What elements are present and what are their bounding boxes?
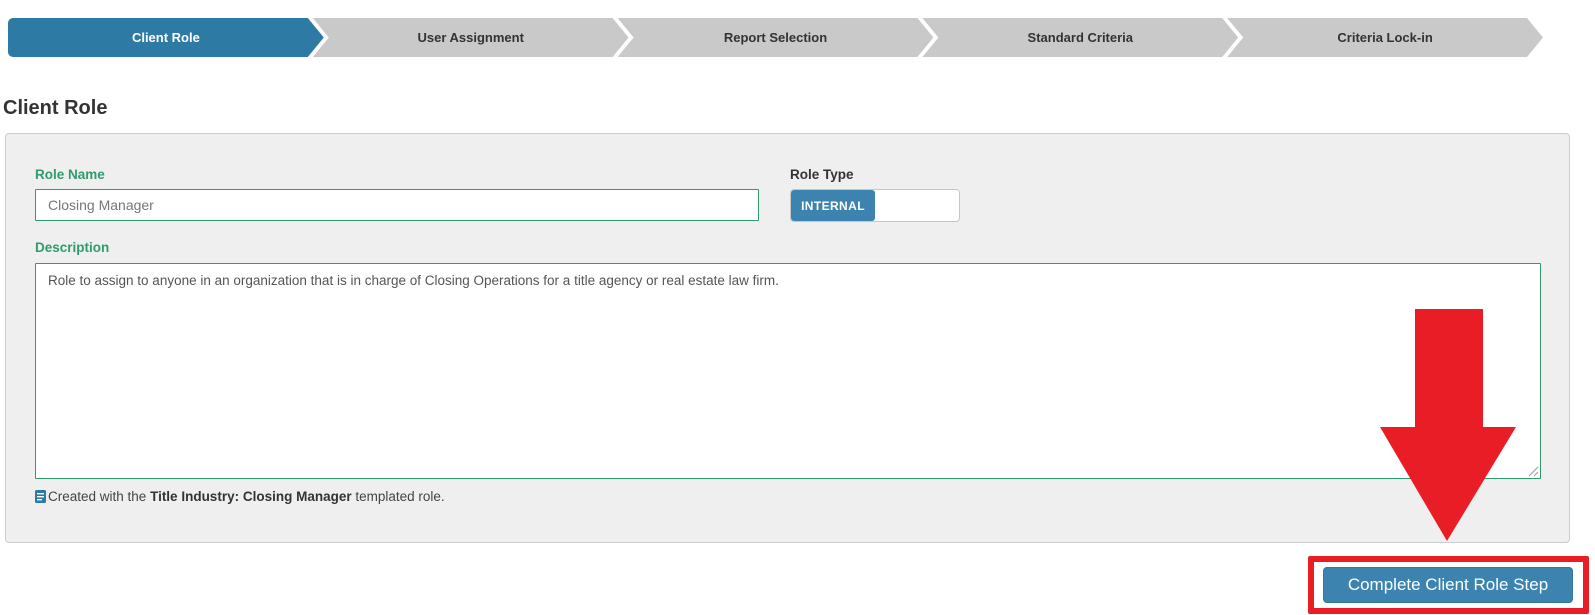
role-name-input[interactable] (35, 189, 759, 221)
description-textarea[interactable]: Role to assign to anyone in an organizat… (35, 263, 1541, 479)
step-criteria-lock-in[interactable]: Criteria Lock-in (1227, 18, 1543, 57)
step-user-assignment[interactable]: User Assignment (313, 18, 629, 57)
role-type-external-option[interactable] (875, 190, 959, 221)
step-label: Report Selection (723, 30, 828, 45)
step-report-selection[interactable]: Report Selection (618, 18, 934, 57)
role-type-label: Role Type (790, 167, 854, 182)
wizard-stepper: Client Role User Assignment Report Selec… (8, 18, 1543, 57)
template-file-icon (35, 490, 46, 503)
template-name: Title Industry: Closing Manager (150, 489, 352, 504)
template-note: Created with the Title Industry: Closing… (35, 489, 445, 504)
step-client-role[interactable]: Client Role (8, 18, 324, 57)
complete-client-role-step-button[interactable]: Complete Client Role Step (1323, 567, 1573, 603)
description-label: Description (35, 240, 110, 255)
role-name-label: Role Name (35, 167, 105, 182)
textarea-resize-handle-icon[interactable] (1527, 465, 1539, 477)
page-title: Client Role (3, 97, 108, 119)
role-type-selected-label: INTERNAL (801, 198, 865, 213)
step-label: Standard Criteria (1027, 30, 1134, 45)
role-type-internal-option[interactable]: INTERNAL (791, 190, 875, 221)
client-role-form-panel: Role Name Role Type INTERNAL Description… (5, 133, 1570, 543)
step-standard-criteria[interactable]: Standard Criteria (922, 18, 1238, 57)
step-label: User Assignment (417, 30, 524, 45)
step-label: Criteria Lock-in (1337, 30, 1433, 45)
client-role-wizard-screen: Client Role User Assignment Report Selec… (0, 0, 1595, 615)
step-label: Client Role (131, 30, 200, 45)
template-note-text: Created with the Title Industry: Closing… (48, 489, 445, 504)
role-type-toggle[interactable]: INTERNAL (790, 189, 960, 222)
